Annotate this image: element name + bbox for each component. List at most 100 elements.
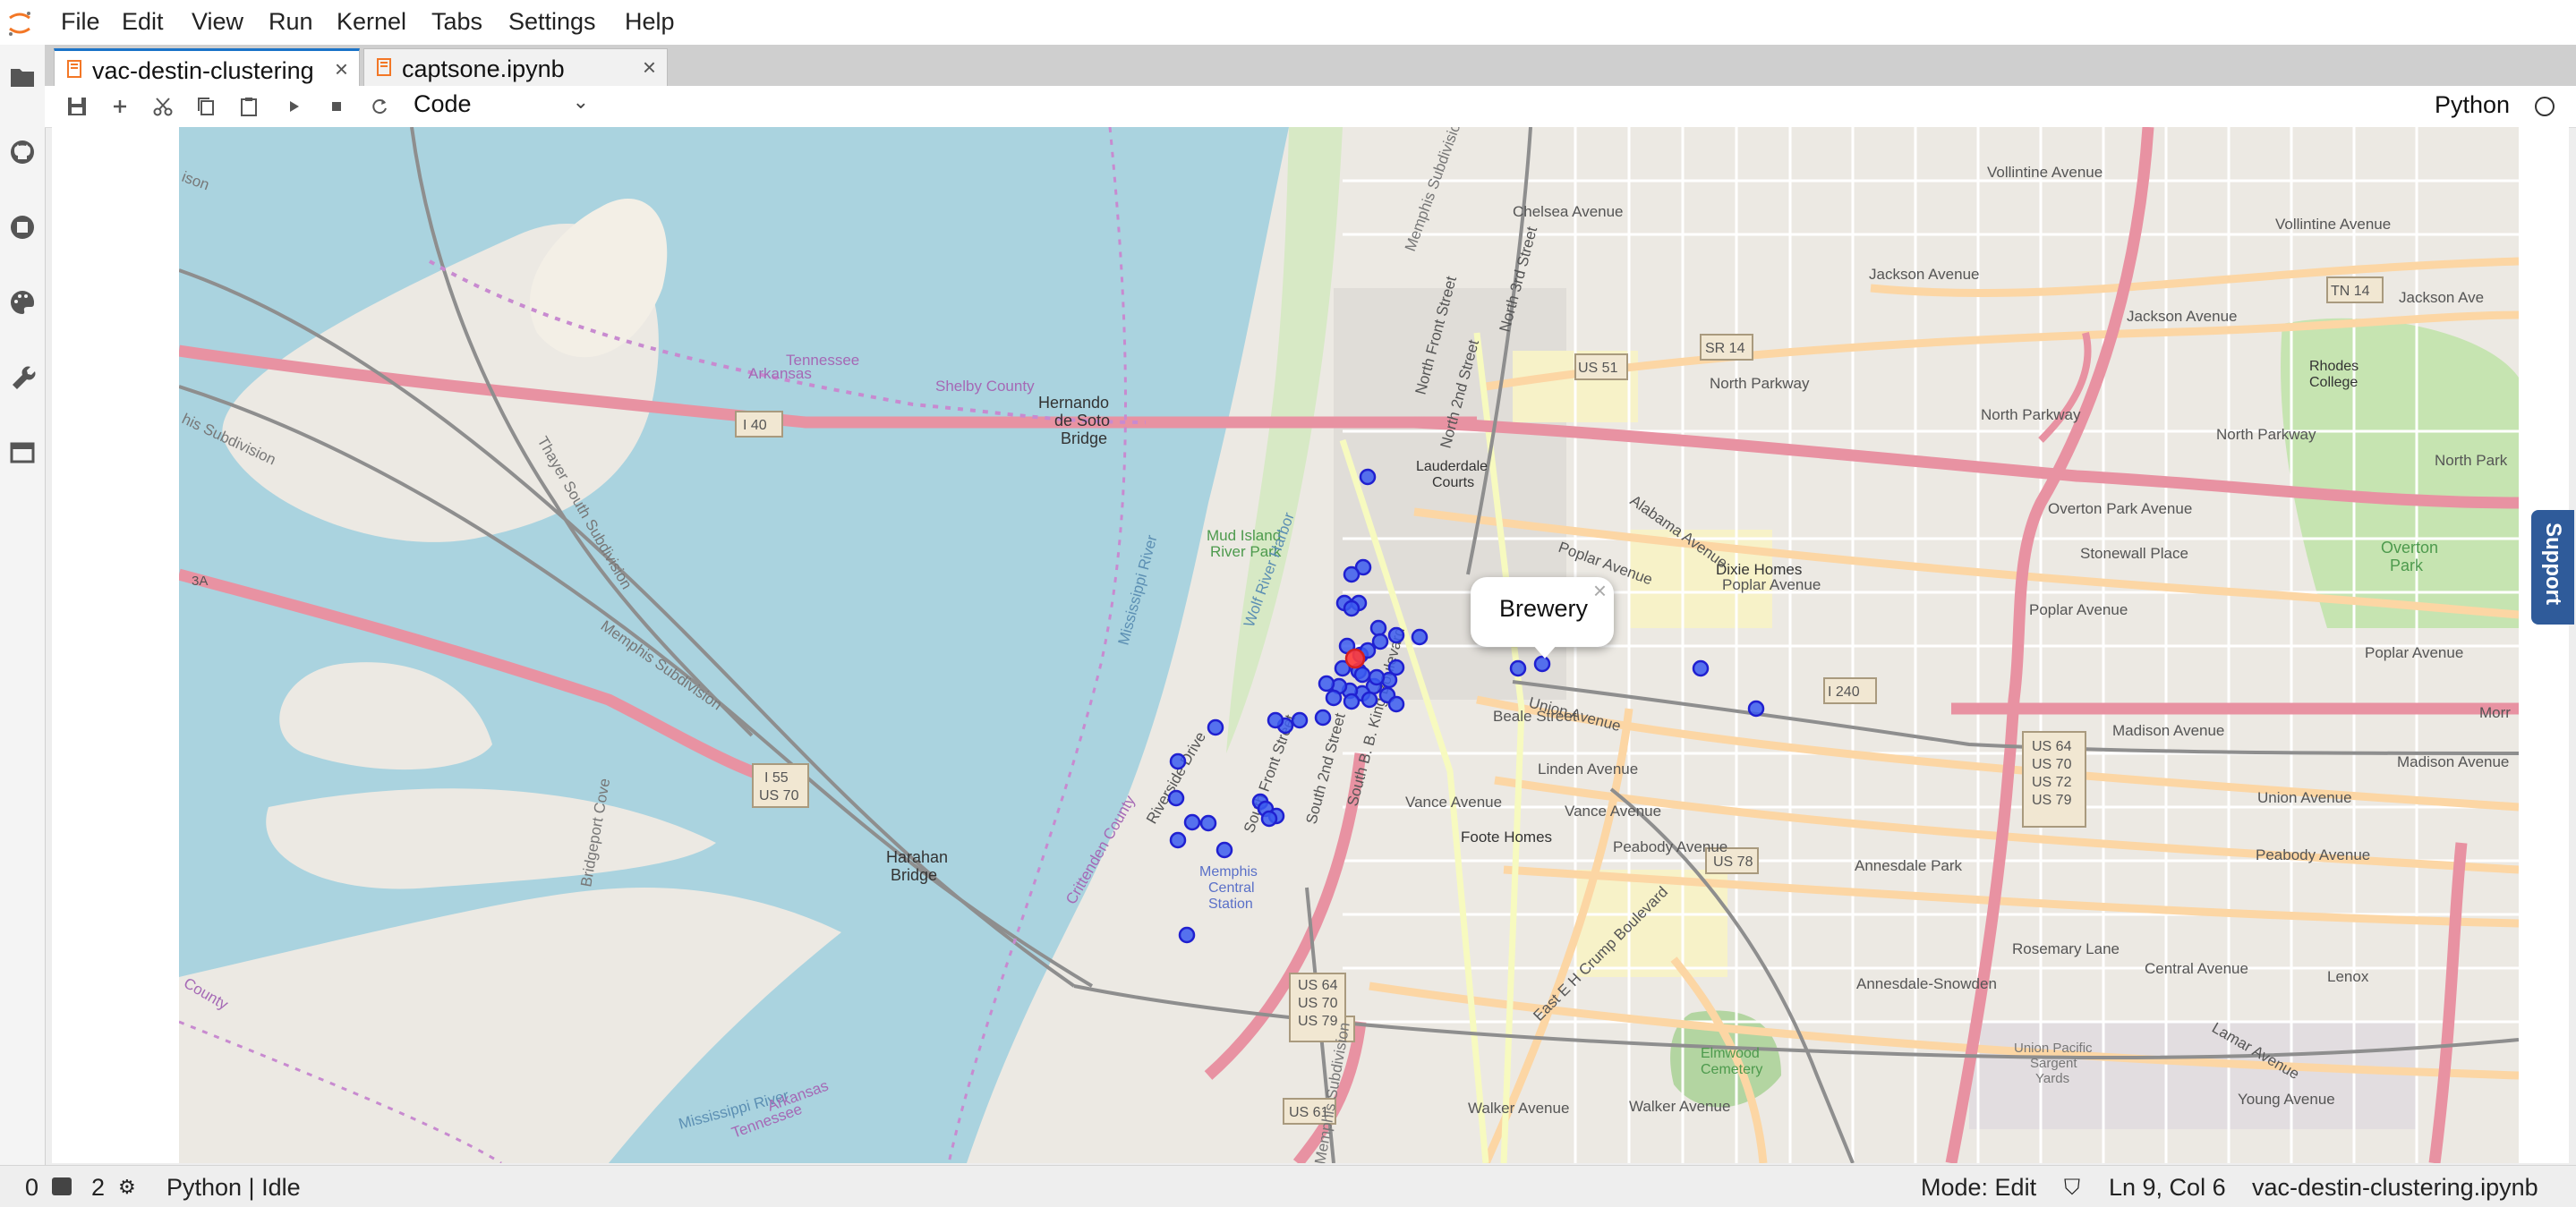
folder-icon[interactable] (8, 63, 37, 91)
menu-edit[interactable]: Edit (122, 8, 164, 36)
github-icon[interactable] (8, 138, 37, 166)
map-label-peabody-ave-2: Peabody Avenue (2256, 846, 2370, 863)
map-label-rhodes-2: College (2309, 375, 2358, 390)
save-icon[interactable] (64, 94, 90, 119)
map-label-north-parkway-4: North Park (2435, 452, 2508, 469)
venue-marker (1387, 659, 1405, 676)
map-label-union-ave-2: Union Avenue (2257, 789, 2352, 806)
map-label-vance-ave-1: Vance Avenue (1405, 794, 1502, 811)
paste-icon[interactable] (236, 94, 261, 119)
restart-icon[interactable] (367, 94, 392, 119)
map-label-jackson-ave-2: Jackson Avenue (2127, 308, 2238, 325)
tab-label: vac-destin-clustering (92, 57, 314, 84)
map-label-station-1: Memphis (1199, 864, 1258, 880)
map-label-tn14: TN 14 (2331, 284, 2370, 299)
venue-marker (1343, 599, 1361, 617)
menu-view[interactable]: View (192, 8, 243, 36)
stop-icon[interactable] (324, 94, 349, 119)
venue-marker (1215, 841, 1233, 859)
map-label-hernando-2: de Soto (1054, 412, 1110, 429)
map-label-north-parkway-1: North Parkway (1710, 375, 1810, 392)
venue-marker (1199, 814, 1217, 832)
shield-check-icon: ⛉ (2064, 1176, 2080, 1200)
wrench-icon[interactable] (8, 363, 37, 392)
close-icon[interactable]: × (335, 55, 348, 83)
menu-file[interactable]: File (61, 8, 100, 36)
map-label-sr14: SR 14 (1705, 341, 1745, 356)
status-position[interactable]: Ln 9, Col 6 (2109, 1174, 2226, 1202)
close-icon[interactable]: × (643, 54, 656, 81)
copy-icon[interactable] (193, 94, 218, 119)
cell-type-select[interactable]: Code ⌄ (414, 90, 601, 121)
venue-marker (1411, 628, 1429, 646)
map-label-peabody-ave-1: Peabody Avenue (1613, 838, 1727, 855)
map-label-union-pacific-3: Yards (2035, 1071, 2069, 1086)
map-label-walker-ave-2: Walker Avenue (1629, 1098, 1730, 1115)
support-button[interactable]: Support (2531, 510, 2574, 625)
venue-marker (1169, 752, 1187, 770)
map-label-us79-east: US 79 (2032, 793, 2072, 808)
status-bar: 0 2 ⚙ Python | Idle Mode: Edit ⛉ Ln 9, C… (0, 1165, 2576, 1207)
palette-icon[interactable] (8, 288, 37, 317)
tabs-icon[interactable] (8, 438, 37, 467)
run-icon[interactable] (281, 94, 306, 119)
menu-help[interactable]: Help (625, 8, 675, 36)
folium-map[interactable]: Tennessee Arkansas Shelby County Hernand… (179, 127, 2519, 1163)
map-label-i40: I 40 (743, 418, 767, 433)
map-label-central-ave: Central Avenue (2145, 960, 2248, 977)
terminal-icon (52, 1177, 72, 1195)
map-label-harahan-1: Harahan (886, 848, 948, 866)
map-label-us70-i55: US 70 (759, 788, 799, 803)
notebook-icon (377, 58, 391, 76)
cell-type-value: Code (414, 90, 472, 117)
map-label-north-parkway-3: North Parkway (2216, 426, 2316, 443)
kernel-name[interactable]: Python (2435, 91, 2510, 119)
notebook-icon (67, 60, 81, 78)
menu-settings[interactable]: Settings (508, 8, 596, 36)
cut-icon[interactable] (150, 94, 175, 119)
venue-marker (1183, 813, 1201, 831)
map-label-mor: Morr (2479, 704, 2511, 721)
menu-tabs[interactable]: Tabs (431, 8, 482, 36)
venue-marker (1359, 468, 1377, 486)
venue-marker (1167, 789, 1185, 807)
map-label-young-ave: Young Avenue (2238, 1091, 2335, 1108)
map-label-madison-ave-1: Madison Avenue (2112, 722, 2224, 739)
status-terminals[interactable]: 2 (91, 1174, 105, 1202)
map-label-annesdale-snowden: Annesdale-Snowden (1856, 975, 1997, 992)
brewery-marker (1692, 659, 1710, 677)
add-cell-icon[interactable] (107, 94, 132, 119)
map-label-walker-ave-1: Walker Avenue (1468, 1100, 1569, 1117)
notebook-toolbar: Code ⌄ Python (45, 86, 2576, 128)
map-label-rhodes-1: Rhodes (2309, 359, 2358, 374)
tab-vac-destin-clustering[interactable]: vac-destin-clustering × (54, 48, 360, 86)
venue-marker (1169, 831, 1187, 849)
map-label-jackson-ave-3: Jackson Ave (2399, 289, 2484, 306)
venue-marker (1318, 675, 1335, 693)
popup-text: Brewery (1499, 595, 1589, 622)
venue-marker (1371, 633, 1389, 650)
map-label-rosemary-lane: Rosemary Lane (2012, 940, 2120, 957)
venue-marker (1533, 655, 1551, 673)
map-label-madison-ave-2: Madison Avenue (2397, 753, 2509, 770)
close-icon[interactable]: × (1593, 577, 1607, 605)
running-kernels-icon[interactable] (8, 213, 37, 242)
venue-marker (1260, 810, 1278, 828)
map-label-us72-east: US 72 (2032, 775, 2072, 790)
map-label-stonewall-place: Stonewall Place (2080, 545, 2188, 562)
menu-kernel[interactable]: Kernel (337, 8, 406, 36)
status-zero[interactable]: 0 (25, 1174, 38, 1202)
kernel-status-icon (2535, 97, 2555, 116)
support-label: Support (2541, 523, 2565, 605)
map-canvas[interactable]: Tennessee Arkansas Shelby County Hernand… (179, 127, 2519, 1163)
map-label-lenox: Lenox (2327, 968, 2369, 985)
map-label-poplar-ave-2: Poplar Avenue (1722, 576, 1821, 593)
left-sidebar (0, 45, 46, 1165)
map-label-annesdale-park: Annesdale Park (1855, 857, 1963, 874)
tab-captsone[interactable]: captsone.ipynb × (363, 48, 668, 86)
map-label-overton-park-ave: Overton Park Avenue (2048, 500, 2192, 517)
status-kernel[interactable]: Python | Idle (166, 1174, 301, 1202)
map-label-beale-street: Beale Street (1493, 708, 1577, 725)
map-label-harahan-2: Bridge (891, 866, 937, 884)
menu-run[interactable]: Run (269, 8, 313, 36)
